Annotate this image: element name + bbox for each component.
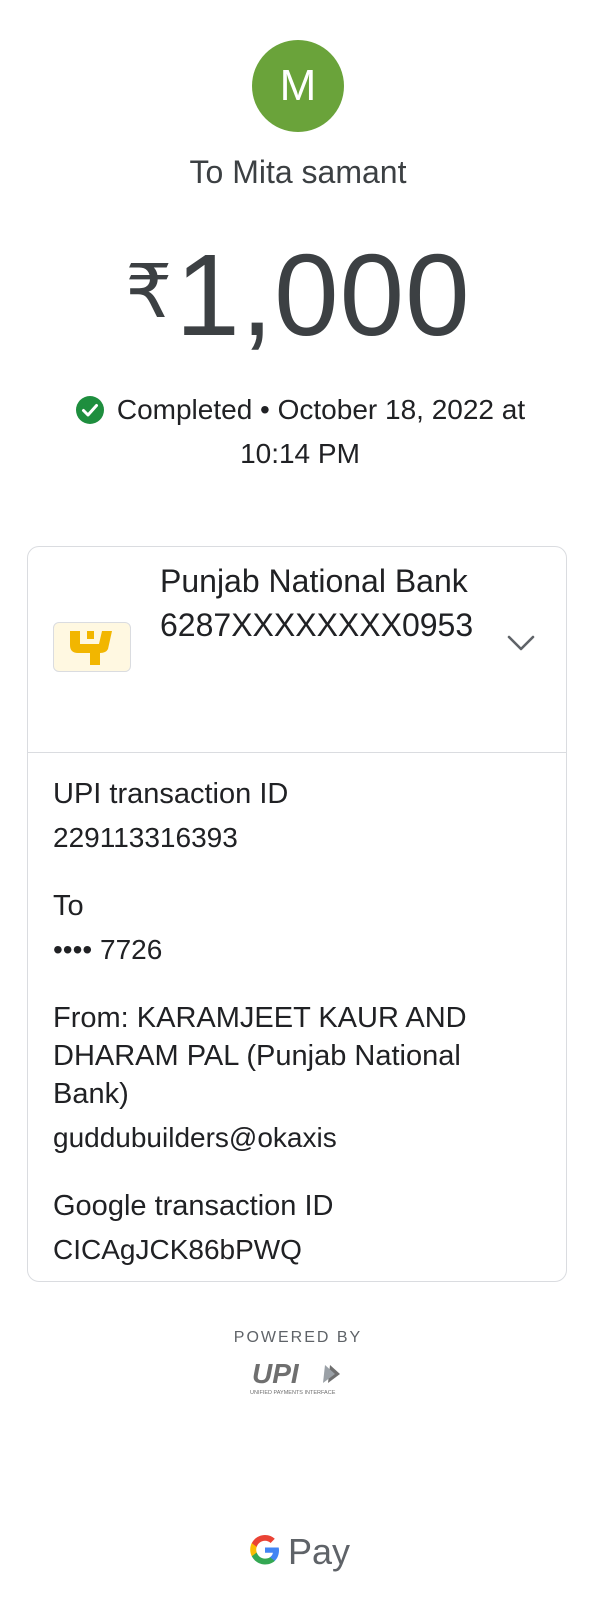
upi-transaction-label: UPI transaction ID	[53, 778, 289, 810]
payment-amount: ₹1,000	[0, 222, 596, 365]
payment-status: Completed • October 18, 2022 at 10:14 PM	[40, 391, 560, 473]
recipient-avatar: M	[252, 40, 344, 132]
bank-info: Punjab National Bank 6287XXXXXXXX0953	[160, 559, 500, 647]
upi-logo: UPI UNIFIED PAYMENTS INTERFACE	[250, 1357, 346, 1397]
upi-logo-text: UPI	[252, 1358, 300, 1389]
from-upi-id: guddubuilders@okaxis	[53, 1122, 337, 1153]
bank-name: Punjab National Bank	[160, 563, 468, 599]
currency-symbol: ₹	[125, 250, 174, 333]
google-transaction-id[interactable]: CICAgJCK86bPWQ	[53, 1231, 543, 1269]
google-transaction-block: Google transaction ID CICAgJCK86bPWQ	[53, 1187, 543, 1269]
upi-logo-tagline: UNIFIED PAYMENTS INTERFACE	[250, 1390, 336, 1396]
bank-account-row[interactable]: Punjab National Bank 6287XXXXXXXX0953	[28, 547, 566, 753]
pnb-logo-icon	[53, 622, 131, 672]
to-label: To	[53, 890, 84, 922]
google-transaction-label: Google transaction ID	[53, 1190, 334, 1222]
amount-value: 1,000	[175, 230, 471, 360]
to-block: To •••• 7726	[53, 887, 543, 969]
chevron-down-icon[interactable]	[506, 633, 536, 658]
status-text: Completed • October 18, 2022 at 10:14 PM	[116, 394, 526, 469]
from-block: From: KARAMJEET KAUR AND DHARAM PAL (Pun…	[53, 999, 543, 1157]
powered-by-label: POWERED BY	[233, 1329, 363, 1346]
google-pay-brand: Pay	[248, 1528, 350, 1576]
bank-account-number: 6287XXXXXXXX0953	[160, 607, 474, 643]
google-g-icon	[248, 1533, 282, 1572]
check-circle-icon	[75, 395, 105, 435]
to-account: •••• 7726	[53, 934, 163, 965]
recipient-name: To Mita samant	[189, 154, 407, 190]
upi-transaction-block: UPI transaction ID 229113316393	[53, 775, 543, 857]
pay-label: Pay	[288, 1531, 351, 1572]
transaction-details: UPI transaction ID 229113316393 To •••• …	[53, 775, 543, 1299]
from-label: From: KARAMJEET KAUR AND DHARAM PAL (Pun…	[53, 1002, 467, 1110]
upi-transaction-id[interactable]: 229113316393	[53, 819, 543, 857]
transaction-details-card: Punjab National Bank 6287XXXXXXXX0953 UP…	[27, 546, 567, 1282]
